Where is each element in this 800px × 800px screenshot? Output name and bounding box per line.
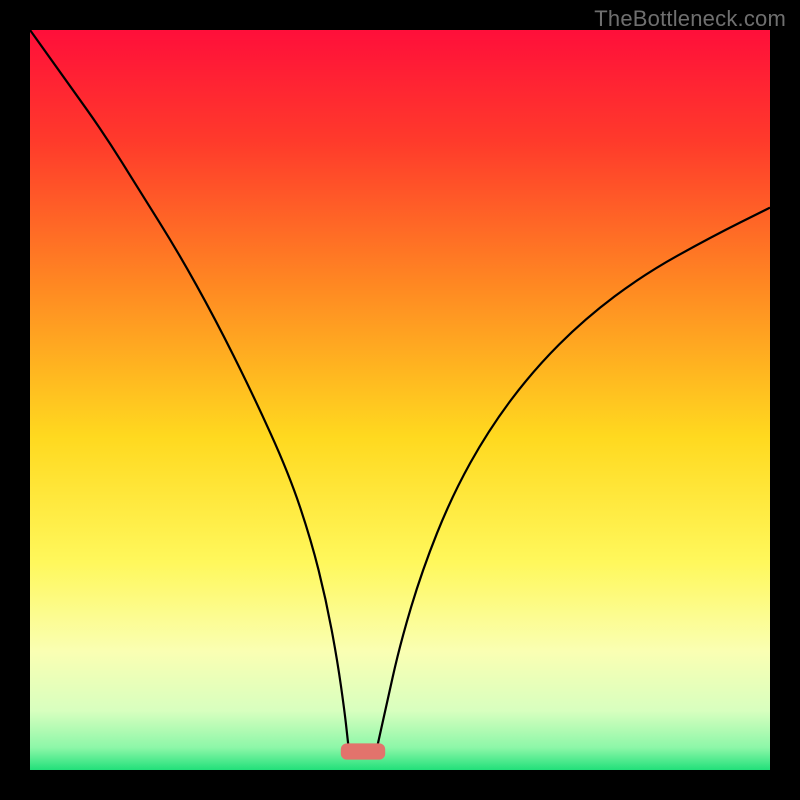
bottleneck-chart: [30, 30, 770, 770]
min-marker: [341, 743, 385, 759]
chart-background: [30, 30, 770, 770]
chart-frame: [30, 30, 770, 770]
watermark-text: TheBottleneck.com: [594, 6, 786, 32]
